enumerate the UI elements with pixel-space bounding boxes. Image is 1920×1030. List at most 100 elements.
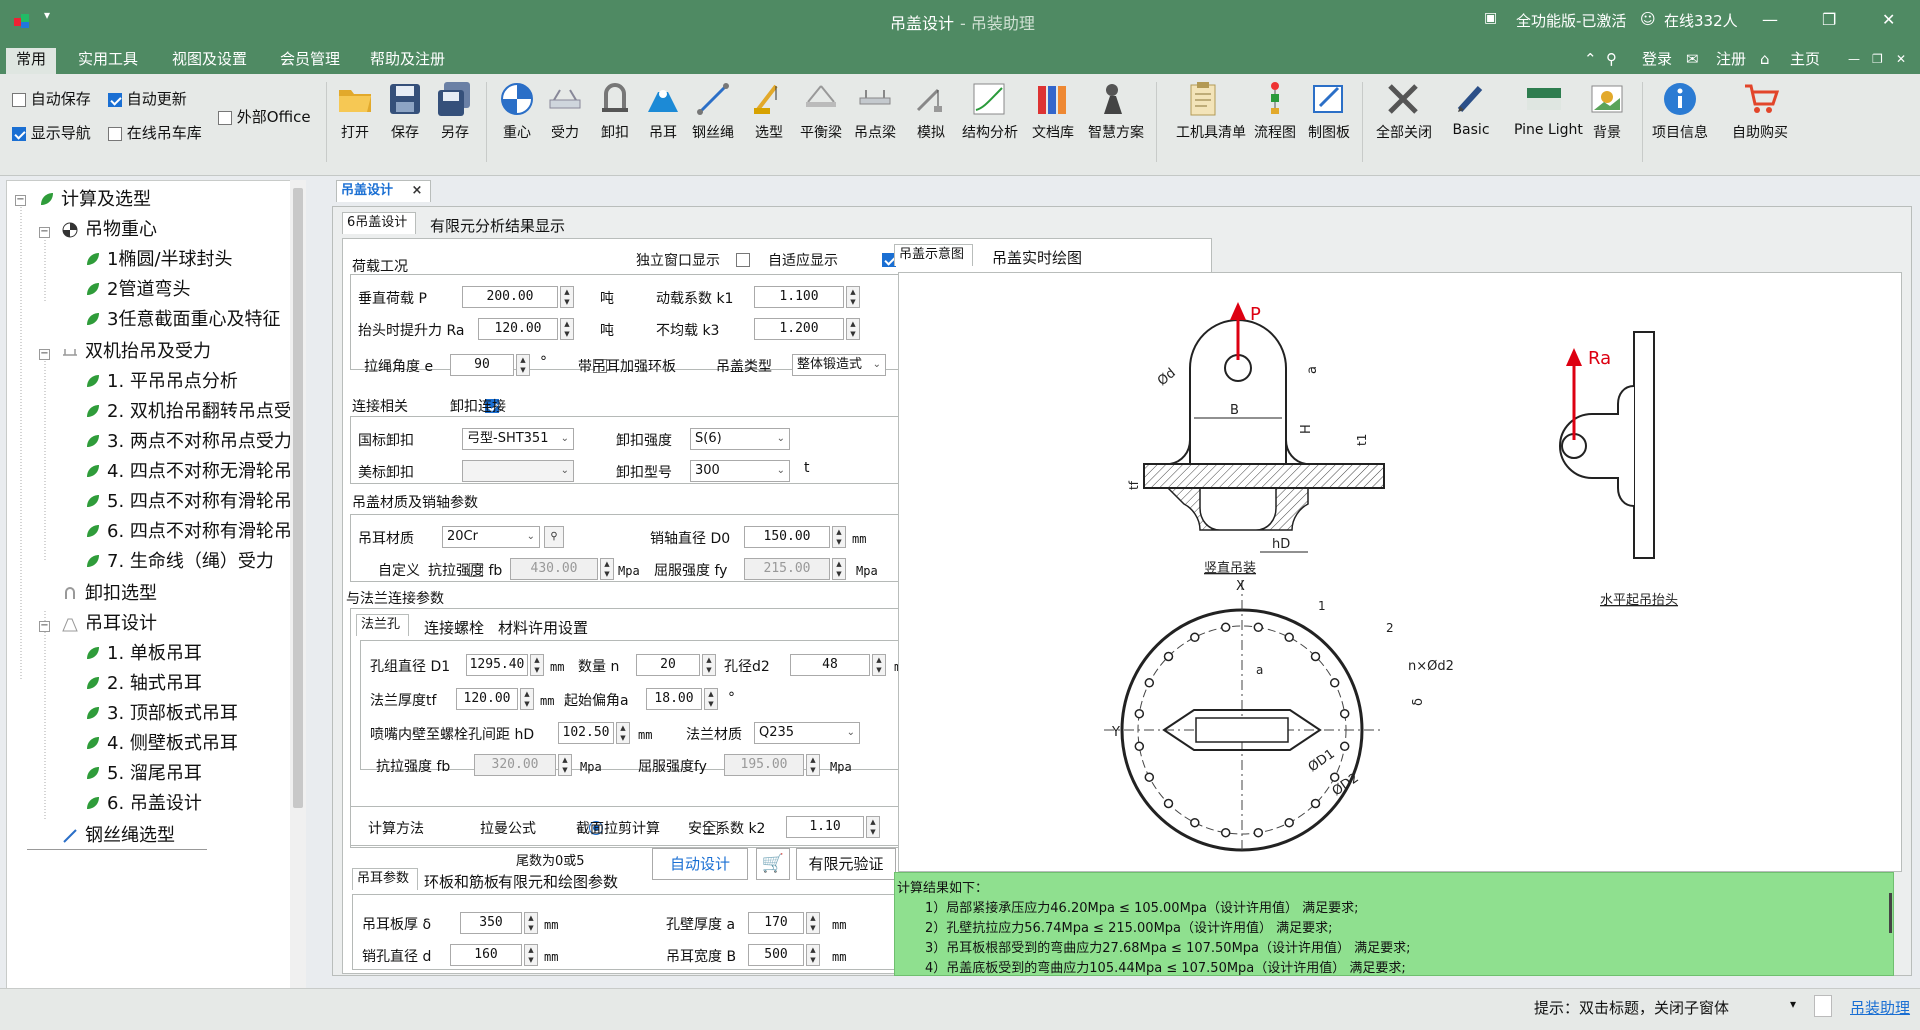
flowchart-button[interactable]: 流程图	[1248, 80, 1302, 142]
tree-item-side-plate[interactable]: 4. 侧壁板式吊耳	[83, 729, 238, 759]
results-scrollbar[interactable]	[1889, 893, 1892, 933]
drawing-board-button[interactable]: 制图板	[1302, 80, 1356, 142]
document-tab-close-icon[interactable]: ×	[412, 183, 423, 198]
tool-list-button[interactable]: 工机具清单	[1176, 80, 1246, 142]
theme-basic-button[interactable]: Basic	[1444, 80, 1498, 138]
tab-material-allowable[interactable]: 材料许用设置	[490, 616, 596, 642]
tree-group-shackle[interactable]: 卸扣选型	[61, 579, 157, 609]
tab-fem-drawing-params[interactable]: 有限元和绘图参数	[490, 870, 626, 896]
menu-item-view[interactable]: 视图及设置	[162, 48, 257, 74]
fem-verify-button[interactable]: 有限元验证	[796, 848, 896, 880]
nozzle-bolt-distance-input[interactable]: 102.50	[558, 722, 614, 744]
restore-button[interactable]: ❐	[1822, 10, 1836, 29]
flange-tensile-input[interactable]: 320.00	[474, 754, 556, 776]
wire-rope-button[interactable]: 钢丝绳	[686, 80, 740, 142]
tab-cover-schematic[interactable]: 吊盖示意图	[894, 244, 974, 266]
tab-fem-results[interactable]: 有限元分析结果显示	[422, 214, 573, 240]
hole-wall-spinner[interactable]: ▲ ▼	[806, 912, 820, 934]
menu-item-tools[interactable]: 实用工具	[68, 48, 148, 74]
self-purchase-button[interactable]: 自助购买	[1730, 80, 1790, 142]
close-button[interactable]: ✕	[1882, 10, 1895, 29]
shackle-strength-select[interactable]: S(6) ⌄	[690, 428, 790, 450]
tree-group-center-of-gravity[interactable]: 吊物重心	[61, 215, 157, 245]
tree-group-wire-rope[interactable]: 钢丝绳选型	[61, 821, 175, 851]
hole-group-dia-spinner[interactable]: ▲ ▼	[530, 654, 544, 676]
autosave-checkbox[interactable]	[12, 92, 26, 107]
hole-wall-input[interactable]: 170	[748, 912, 804, 934]
cover-type-select[interactable]: 整体锻造式 ⌄	[792, 354, 886, 376]
uneven-factor-spinner[interactable]: ▲ ▼	[846, 318, 860, 340]
mdi-close-button[interactable]: ✕	[1886, 48, 1916, 74]
sidebar-scroll-thumb[interactable]	[293, 188, 303, 808]
rope-angle-input[interactable]: 90	[450, 354, 514, 376]
nozzle-bolt-distance-spinner[interactable]: ▲ ▼	[616, 722, 630, 744]
tree-collapse-toggle[interactable]: −	[39, 621, 50, 632]
flange-thickness-spinner[interactable]: ▲ ▼	[520, 688, 534, 710]
force-button[interactable]: 受力	[538, 80, 592, 142]
hole-dia-spinner[interactable]: ▲ ▼	[872, 654, 886, 676]
tab-flange-hole[interactable]: 法兰孔	[356, 614, 410, 636]
save-button[interactable]: 保存	[378, 80, 432, 142]
tab-cover-realtime[interactable]: 吊盖实时绘图	[984, 246, 1090, 272]
home-link[interactable]: 主页	[1780, 48, 1830, 74]
tab-cover-design[interactable]: 6吊盖设计	[342, 212, 417, 234]
flange-yield-input[interactable]: 195.00	[724, 754, 804, 776]
lug-button[interactable]: 吊耳	[636, 80, 690, 142]
tree-item-section-center[interactable]: 3任意截面重心及特征	[83, 305, 280, 335]
yield-strength-spinner[interactable]: ▲ ▼	[832, 558, 846, 580]
vertical-load-spinner[interactable]: ▲ ▼	[560, 286, 574, 308]
vertical-load-input[interactable]: 200.00	[462, 286, 558, 308]
tree-item-two-point[interactable]: 3. 两点不对称吊点受力	[83, 427, 292, 457]
tree-item-cover-design[interactable]: 6. 吊盖设计	[83, 789, 202, 819]
tree-item-flat-lift[interactable]: 1. 平吊吊点分析	[83, 367, 238, 397]
menu-item-member[interactable]: 会员管理	[270, 48, 350, 74]
shackle-button[interactable]: 卸扣	[588, 80, 642, 142]
lug-material-select[interactable]: 20Cr ⌄	[442, 526, 540, 548]
minimize-button[interactable]: —	[1762, 10, 1778, 29]
tree-item-single-plate[interactable]: 1. 单板吊耳	[83, 639, 202, 669]
lug-width-input[interactable]: 500	[748, 944, 804, 966]
flange-yield-spinner[interactable]: ▲ ▼	[806, 754, 820, 776]
tree-item-four-point-pulley[interactable]: 5. 四点不对称有滑轮吊点	[83, 487, 305, 517]
flange-tensile-spinner[interactable]: ▲ ▼	[558, 754, 572, 776]
sidebar-scrollbar[interactable]	[290, 180, 306, 1002]
external-office-option[interactable]: 外部Office	[218, 106, 311, 127]
background-button[interactable]: 背景	[1580, 80, 1634, 142]
autoupdate-checkbox[interactable]	[108, 92, 122, 107]
dynamic-factor-input[interactable]: 1.100	[754, 286, 844, 308]
tree-group-lug-design[interactable]: 吊耳设计	[61, 609, 157, 639]
tree-collapse-toggle[interactable]: −	[15, 195, 26, 206]
document-tab-cover[interactable]: 吊盖设计 ×	[336, 180, 432, 202]
autoupdate-option[interactable]: 自动更新	[108, 88, 187, 109]
tree-collapse-toggle[interactable]: −	[39, 227, 50, 238]
start-angle-input[interactable]: 18.00	[646, 688, 702, 710]
structure-analysis-button[interactable]: 结构分析	[962, 80, 1018, 142]
lug-thickness-spinner[interactable]: ▲ ▼	[524, 912, 538, 934]
menu-item-common[interactable]: 常用	[6, 48, 57, 74]
tree-collapse-toggle[interactable]: −	[39, 349, 50, 360]
pin-hole-spinner[interactable]: ▲ ▼	[524, 944, 538, 966]
project-info-button[interactable]: 项目信息	[1650, 80, 1710, 142]
uneven-factor-input[interactable]: 1.200	[754, 318, 844, 340]
tree-item-tailing-lug[interactable]: 5. 溜尾吊耳	[83, 759, 202, 789]
pin-diameter-input[interactable]: 150.00	[744, 526, 830, 548]
lifting-beam-button[interactable]: 吊点梁	[848, 80, 902, 142]
flange-thickness-input[interactable]: 120.00	[456, 688, 518, 710]
hole-count-spinner[interactable]: ▲ ▼	[702, 654, 716, 676]
close-all-button[interactable]: 全部关闭	[1376, 80, 1432, 142]
yield-strength-input[interactable]: 215.00	[744, 558, 830, 580]
material-search-icon[interactable]: ⚲	[544, 526, 564, 548]
tree-root[interactable]: 计算及选型	[37, 185, 151, 215]
external-office-checkbox[interactable]	[218, 110, 232, 125]
tab-lug-params[interactable]: 吊耳参数	[352, 868, 419, 890]
gb-shackle-select[interactable]: 弓型-SHT351 ⌄	[462, 428, 574, 450]
start-angle-spinner[interactable]: ▲ ▼	[704, 688, 718, 710]
lift-force-spinner[interactable]: ▲ ▼	[560, 318, 574, 340]
show-nav-option[interactable]: 显示导航	[12, 122, 91, 143]
shopping-cart-icon[interactable]: 🛒	[756, 848, 790, 880]
tree-group-dual-crane[interactable]: 双机抬吊及受力	[61, 337, 211, 367]
tree-item-lifeline[interactable]: 7. 生命线（绳）受力	[83, 547, 274, 577]
online-crane-checkbox[interactable]	[108, 126, 122, 141]
dynamic-factor-spinner[interactable]: ▲ ▼	[846, 286, 860, 308]
tensile-strength-input[interactable]: 430.00	[510, 558, 598, 580]
